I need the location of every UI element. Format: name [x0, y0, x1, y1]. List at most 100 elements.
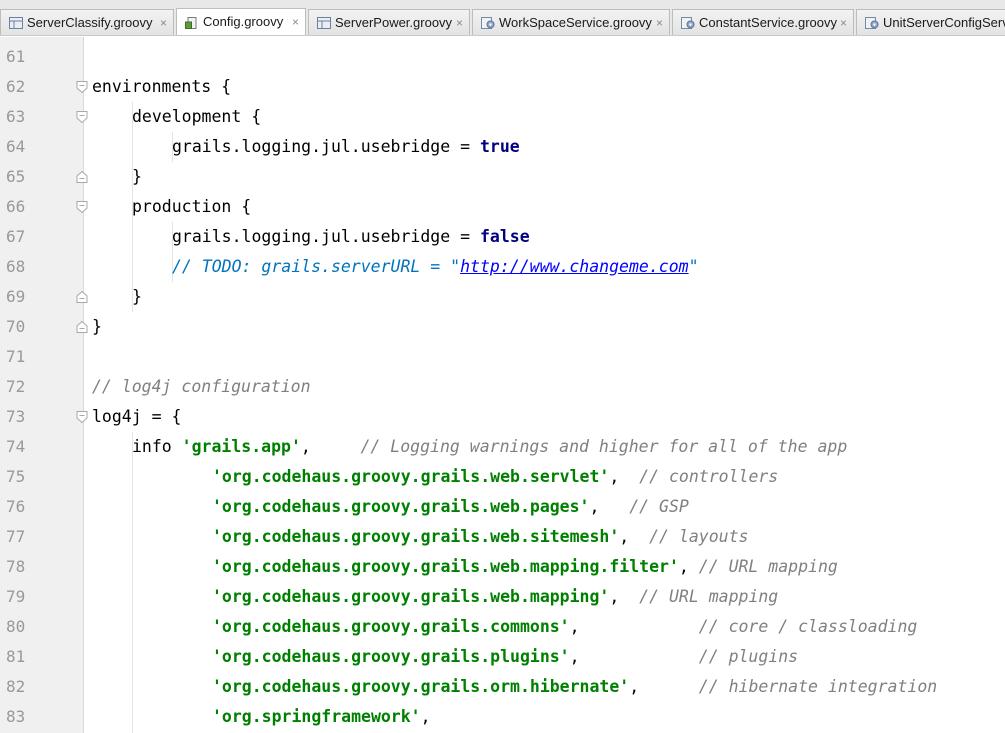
code-text[interactable]: }: [132, 162, 142, 192]
code-line[interactable]: 69}: [0, 282, 1005, 312]
code-text[interactable]: }: [92, 312, 102, 342]
code-line[interactable]: 74 info 'grails.app', // Logging warnings…: [0, 432, 1005, 462]
comment-token: // Logging warnings and higher for all o…: [360, 437, 848, 456]
code-text[interactable]: 'org.codehaus.groovy.grails.web.servlet'…: [212, 462, 778, 492]
line-number: 79: [6, 587, 26, 606]
code-text[interactable]: development {: [132, 102, 261, 132]
line-number: 72: [6, 377, 26, 396]
service-file-icon: [865, 17, 879, 29]
code-line[interactable]: 75 'org.codehaus.groovy.grails.web.servle…: [0, 462, 1005, 492]
keyword-token: true: [479, 137, 520, 156]
tab-label: WorkSpaceService.groovy: [499, 15, 652, 30]
line-number: 71: [6, 347, 26, 366]
line-number: 80: [6, 617, 26, 636]
code-line[interactable]: 79 'org.codehaus.groovy.grails.web.mappin…: [0, 582, 1005, 612]
code-text[interactable]: grails.logging.jul.usebridge = false: [172, 222, 530, 252]
line-number: 78: [6, 557, 26, 576]
comment-token: // URL mapping: [698, 557, 838, 576]
fold-collapse-icon[interactable]: [74, 409, 90, 425]
code-token: ,: [629, 677, 699, 696]
close-icon[interactable]: ×: [292, 9, 299, 35]
string-token: 'org.codehaus.groovy.grails.web.mapping.…: [212, 557, 679, 576]
code-token: }: [92, 317, 102, 336]
code-line[interactable]: 66 production {: [0, 192, 1005, 222]
code-line[interactable]: 81 'org.codehaus.groovy.grails.plugins', …: [0, 642, 1005, 672]
string-token: 'org.codehaus.groovy.grails.plugins': [212, 647, 570, 666]
code-token: info: [132, 437, 182, 456]
keyword-token: false: [479, 227, 530, 246]
groovy-file-icon: [317, 17, 331, 29]
code-text[interactable]: 'org.codehaus.groovy.grails.commons', //…: [212, 612, 917, 642]
code-line[interactable]: 76 'org.codehaus.groovy.grails.web.pages'…: [0, 492, 1005, 522]
line-number: 68: [6, 257, 26, 276]
line-number: 83: [6, 707, 26, 726]
fold-end-icon[interactable]: [74, 289, 90, 305]
fold-collapse-icon[interactable]: [74, 109, 90, 125]
code-token: grails.logging.jul.usebridge =: [172, 227, 480, 246]
code-editor[interactable]: 61 62 environments {63 development {64 grail…: [0, 37, 1005, 733]
line-number: 82: [6, 677, 26, 696]
code-text[interactable]: 'org.codehaus.groovy.grails.web.sitemesh…: [212, 522, 748, 552]
code-text[interactable]: }: [132, 282, 142, 312]
code-line[interactable]: 67 grails.logging.jul.usebridge = false: [0, 222, 1005, 252]
fold-end-icon[interactable]: [74, 319, 90, 335]
code-line[interactable]: 82 'org.codehaus.groovy.grails.orm.hibern…: [0, 672, 1005, 702]
code-text[interactable]: production {: [132, 192, 251, 222]
comment-token: // core / classloading: [698, 617, 918, 636]
code-line[interactable]: 83 'org.springframework',: [0, 702, 1005, 732]
code-line[interactable]: 77 'org.codehaus.groovy.grails.web.siteme…: [0, 522, 1005, 552]
code-text[interactable]: 'org.codehaus.groovy.grails.plugins', //…: [212, 642, 798, 672]
code-line[interactable]: 64 grails.logging.jul.usebridge = true: [0, 132, 1005, 162]
code-line[interactable]: 78 'org.codehaus.groovy.grails.web.mappin…: [0, 552, 1005, 582]
code-text[interactable]: grails.logging.jul.usebridge = true: [172, 132, 520, 162]
line-number: 70: [6, 317, 26, 336]
tab-constantservice[interactable]: ConstantService.groovy ×: [672, 9, 854, 35]
code-text[interactable]: 'org.springframework',: [212, 702, 431, 732]
code-text[interactable]: 'org.codehaus.groovy.grails.web.pages', …: [212, 492, 689, 522]
close-icon[interactable]: ×: [456, 10, 463, 35]
fold-end-icon[interactable]: [74, 169, 90, 185]
code-line[interactable]: 65}: [0, 162, 1005, 192]
code-text[interactable]: info 'grails.app', // Logging warnings a…: [132, 432, 847, 462]
line-number: 65: [6, 167, 26, 186]
code-line[interactable]: 68 // TODO: grails.serverURL = "http://ww…: [0, 252, 1005, 282]
code-line[interactable]: 72 // log4j configuration: [0, 372, 1005, 402]
code-text[interactable]: environments {: [92, 72, 231, 102]
code-text[interactable]: log4j = {: [92, 402, 181, 432]
code-text[interactable]: // TODO: grails.serverURL = "http://www.…: [172, 252, 699, 282]
close-icon[interactable]: ×: [840, 10, 847, 35]
code-token: production {: [132, 197, 252, 216]
code-token: }: [132, 167, 142, 186]
line-number: 74: [6, 437, 26, 456]
code-line[interactable]: 62 environments {: [0, 72, 1005, 102]
tab-workspaceservice[interactable]: WorkSpaceService.groovy ×: [472, 9, 670, 35]
code-token: environments {: [92, 77, 232, 96]
code-line[interactable]: 73 log4j = {: [0, 402, 1005, 432]
fold-collapse-icon[interactable]: [74, 199, 90, 215]
code-line[interactable]: 63 development {: [0, 102, 1005, 132]
tab-config[interactable]: Config.groovy ×: [176, 8, 306, 35]
line-number: 76: [6, 497, 26, 516]
code-line[interactable]: 71: [0, 342, 1005, 372]
code-text[interactable]: 'org.codehaus.groovy.grails.web.mapping'…: [212, 582, 778, 612]
tab-unitserverconfigservice[interactable]: UnitServerConfigServi: [856, 9, 1005, 35]
tab-serverclassify[interactable]: ServerClassify.groovy ×: [0, 9, 174, 35]
comment-token: // log4j configuration: [92, 377, 311, 396]
code-line[interactable]: 70}: [0, 312, 1005, 342]
line-number: 81: [6, 647, 26, 666]
code-line[interactable]: 61: [0, 42, 1005, 72]
line-number: 61: [6, 47, 26, 66]
fold-collapse-icon[interactable]: [74, 79, 90, 95]
string-token: 'org.springframework': [212, 707, 421, 726]
close-icon[interactable]: ×: [160, 10, 167, 35]
tab-serverpower[interactable]: ServerPower.groovy ×: [308, 9, 470, 35]
string-token: 'org.codehaus.groovy.grails.web.mapping': [212, 587, 610, 606]
code-line[interactable]: 80 'org.codehaus.groovy.grails.commons', …: [0, 612, 1005, 642]
close-icon[interactable]: ×: [656, 10, 663, 35]
config-file-icon: [185, 17, 197, 29]
url-link[interactable]: http://www.changeme.com: [460, 257, 688, 276]
code-text[interactable]: // log4j configuration: [92, 372, 311, 402]
code-text[interactable]: 'org.codehaus.groovy.grails.web.mapping.…: [212, 552, 838, 582]
line-number: 75: [6, 467, 26, 486]
code-text[interactable]: 'org.codehaus.groovy.grails.orm.hibernat…: [212, 672, 937, 702]
